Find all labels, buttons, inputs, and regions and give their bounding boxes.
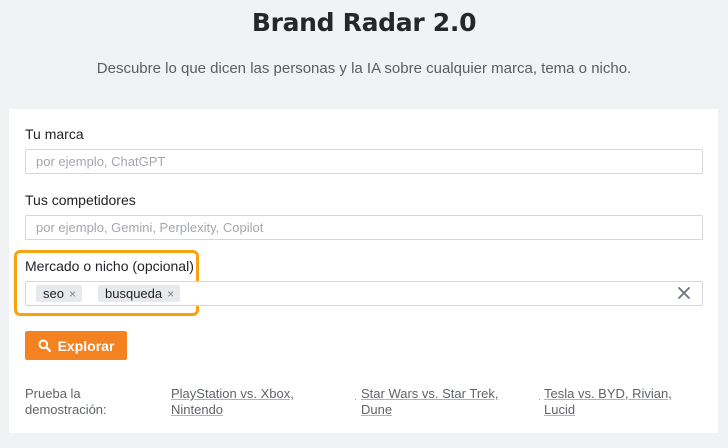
demo-separator: ·: [354, 394, 357, 404]
brand-input[interactable]: [25, 149, 703, 174]
demo-link-star-wars[interactable]: Star Wars vs. Star Trek, Dune: [361, 386, 521, 418]
search-icon: [38, 339, 51, 352]
demo-separator: ·: [538, 394, 541, 404]
tag-busqueda: busqueda ×: [98, 285, 181, 302]
demo-link-playstation[interactable]: PlayStation vs. Xbox, Nintendo: [171, 386, 321, 418]
explore-button-label: Explorar: [57, 337, 115, 354]
demo-link-tesla[interactable]: Tesla vs. BYD, Rivian, Lucid: [544, 386, 694, 418]
tag-seo: seo ×: [36, 285, 82, 302]
brand-label: Tu marca: [25, 126, 84, 142]
page-subtitle: Descubre lo que dicen las personas y la …: [96, 60, 632, 77]
tag-remove-icon[interactable]: ×: [69, 287, 76, 301]
tag-label: busqueda: [105, 286, 163, 301]
competitors-label: Tus competidores: [25, 192, 136, 208]
tag-remove-icon[interactable]: ×: [167, 287, 174, 301]
search-form-card: Tu marca Tus competidores Mercado o nich…: [9, 109, 718, 433]
close-icon[interactable]: [676, 285, 692, 301]
demo-label: Prueba la demostración:: [25, 386, 107, 417]
market-label: Mercado o nicho (opcional): [25, 258, 194, 274]
tag-label: seo: [43, 286, 64, 301]
page-title: Brand Radar 2.0: [251, 8, 477, 37]
explore-button[interactable]: Explorar: [25, 331, 127, 360]
competitors-input[interactable]: [25, 215, 703, 240]
market-tag-input[interactable]: seo × busqueda ×: [25, 281, 703, 306]
